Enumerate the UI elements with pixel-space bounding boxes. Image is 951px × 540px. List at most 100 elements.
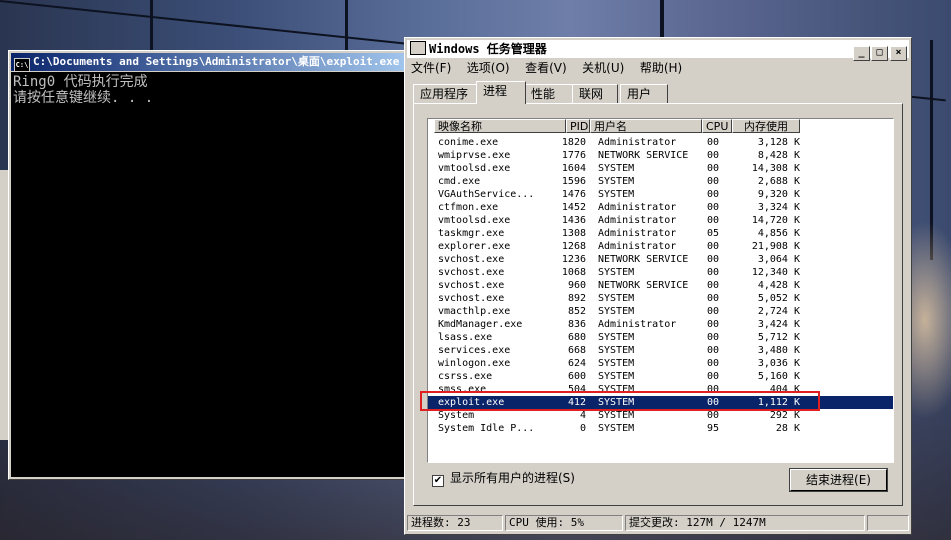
checkbox-check-icon[interactable]: ✔ [432,475,444,487]
process-pid: 1820 [561,137,586,148]
menu-help[interactable]: 帮助(H) [640,61,682,75]
column-image-name[interactable]: 映像名称 [434,119,566,133]
tab-networking[interactable]: 联网 [572,84,618,103]
close-button[interactable]: × [890,46,907,61]
console-title: C:\Documents and Settings\Administrator\… [33,55,400,68]
process-cpu: 00 [707,137,720,148]
minimize-button[interactable]: _ [853,46,870,61]
menu-file[interactable]: 文件(F) [411,61,451,75]
process-row[interactable]: KmdManager.exe 836 Administrator 00 3,424 K [428,318,893,331]
process-row[interactable]: VGAuthService... 1476 SYSTEM 00 9,320 K [428,188,893,201]
process-cpu: 00 [707,293,720,304]
process-list[interactable]: 映像名称 PID 用户名 CPU 内存使用 conime.exe 1820 Admi… [427,118,894,463]
process-row[interactable]: vmtoolsd.exe 1436 Administrator 00 14,720 K [428,214,893,227]
process-user: SYSTEM [598,423,635,434]
process-name: explorer.exe [438,241,511,252]
tab-applications[interactable]: 应用程序 [413,84,477,103]
tab-performance[interactable]: 性能 [524,84,574,103]
column-pid[interactable]: PID [566,119,590,133]
process-row[interactable]: svchost.exe 960 NETWORK SERVICE 00 4,428 K [428,279,893,292]
process-user: SYSTEM [598,358,635,369]
menu-view[interactable]: 查看(V) [525,61,567,75]
process-row[interactable]: winlogon.exe 624 SYSTEM 00 3,036 K [428,357,893,370]
process-row[interactable]: lsass.exe 680 SYSTEM 00 5,712 K [428,331,893,344]
process-row[interactable]: svchost.exe 892 SYSTEM 00 5,052 K [428,292,893,305]
maximize-button[interactable]: □ [871,46,888,61]
resize-grip[interactable] [867,515,909,531]
process-list-header: 映像名称 PID 用户名 CPU 内存使用 [428,119,893,135]
process-cpu: 05 [707,228,720,239]
process-row[interactable]: csrss.exe 600 SYSTEM 00 5,160 K [428,370,893,383]
process-row[interactable]: wmiprvse.exe 1776 NETWORK SERVICE 00 8,428 K [428,149,893,162]
process-cpu: 00 [707,358,720,369]
task-manager-window[interactable]: Windows 任务管理器 _ □ × 文件(F) 选项(O) 查看(V) 关机(U… [404,37,912,535]
console-window[interactable]: C:\ C:\Documents and Settings\Administrat… [8,50,422,480]
process-pid: 1068 [561,267,586,278]
process-row[interactable]: cmd.exe 1596 SYSTEM 00 2,688 K [428,175,893,188]
process-user: Administrator [598,137,677,148]
process-memory: 3,036 K [757,358,800,369]
process-user: NETWORK SERVICE [598,254,689,265]
process-name: cmd.exe [438,176,481,187]
process-name: ctfmon.exe [438,202,499,213]
show-all-users-checkbox[interactable]: ✔ 显示所有用户的进程(S) [432,471,575,487]
wallpaper-pole [660,0,664,38]
highlight-box [420,391,820,411]
window-title: Windows 任务管理器 [429,42,547,56]
process-memory: 3,064 K [757,254,800,265]
process-name: svchost.exe [438,267,505,278]
process-pid: 1268 [561,241,586,252]
tab-users[interactable]: 用户 [620,84,668,103]
process-memory: 3,480 K [757,345,800,356]
process-user: SYSTEM [598,293,635,304]
process-row[interactable]: ctfmon.exe 1452 Administrator 00 3,324 K [428,201,893,214]
process-user: NETWORK SERVICE [598,280,689,291]
process-row[interactable]: vmtoolsd.exe 1604 SYSTEM 00 14,308 K [428,162,893,175]
process-name: csrss.exe [438,371,493,382]
process-user: SYSTEM [598,345,635,356]
process-cpu: 00 [707,319,720,330]
process-cpu: 00 [707,345,720,356]
process-user: SYSTEM [598,189,635,200]
process-pid: 1308 [561,228,586,239]
process-memory: 14,720 K [751,215,800,226]
tab-processes[interactable]: 进程 [476,81,526,104]
process-pid: 892 [567,293,586,304]
process-row[interactable]: vmacthlp.exe 852 SYSTEM 00 2,724 K [428,305,893,318]
process-memory: 9,320 K [757,189,800,200]
process-pid: 1436 [561,215,586,226]
column-memory[interactable]: 内存使用 [732,119,800,133]
task-manager-titlebar[interactable]: Windows 任务管理器 _ □ × [407,40,909,61]
process-row[interactable]: conime.exe 1820 Administrator 00 3,128 K [428,136,893,149]
console-titlebar[interactable]: C:\ C:\Documents and Settings\Administrat… [11,53,419,71]
process-row[interactable]: System Idle P... 0 SYSTEM 95 28 K [428,422,893,435]
process-name: KmdManager.exe [438,319,523,330]
process-memory: 4,856 K [757,228,800,239]
process-memory: 14,308 K [751,163,800,174]
column-user[interactable]: 用户名 [590,119,702,133]
process-name: vmtoolsd.exe [438,215,511,226]
process-pid: 1776 [561,150,586,161]
process-row[interactable]: taskmgr.exe 1308 Administrator 05 4,856 K [428,227,893,240]
process-pid: 836 [567,319,586,330]
process-cpu: 00 [707,202,720,213]
process-pid: 1236 [561,254,586,265]
column-cpu[interactable]: CPU [702,119,732,133]
end-process-button[interactable]: 结束进程(E) [789,468,888,492]
menu-shutdown[interactable]: 关机(U) [582,61,624,75]
menu-options[interactable]: 选项(O) [467,61,510,75]
process-row[interactable]: explorer.exe 1268 Administrator 00 21,908 K [428,240,893,253]
process-row[interactable]: svchost.exe 1236 NETWORK SERVICE 00 3,064 K [428,253,893,266]
process-name: svchost.exe [438,254,505,265]
process-row[interactable]: services.exe 668 SYSTEM 00 3,480 K [428,344,893,357]
process-pid: 1476 [561,189,586,200]
process-name: vmtoolsd.exe [438,163,511,174]
process-cpu: 00 [707,332,720,343]
menu-bar: 文件(F) 选项(O) 查看(V) 关机(U) 帮助(H) [411,59,694,77]
console-output[interactable]: Ring0 代码执行完成 请按任意键继续. . . [11,72,419,477]
process-row[interactable]: svchost.exe 1068 SYSTEM 00 12,340 K [428,266,893,279]
process-memory: 3,424 K [757,319,800,330]
process-memory: 8,428 K [757,150,800,161]
console-line: Ring0 代码执行完成 [13,74,148,90]
process-cpu: 00 [707,371,720,382]
